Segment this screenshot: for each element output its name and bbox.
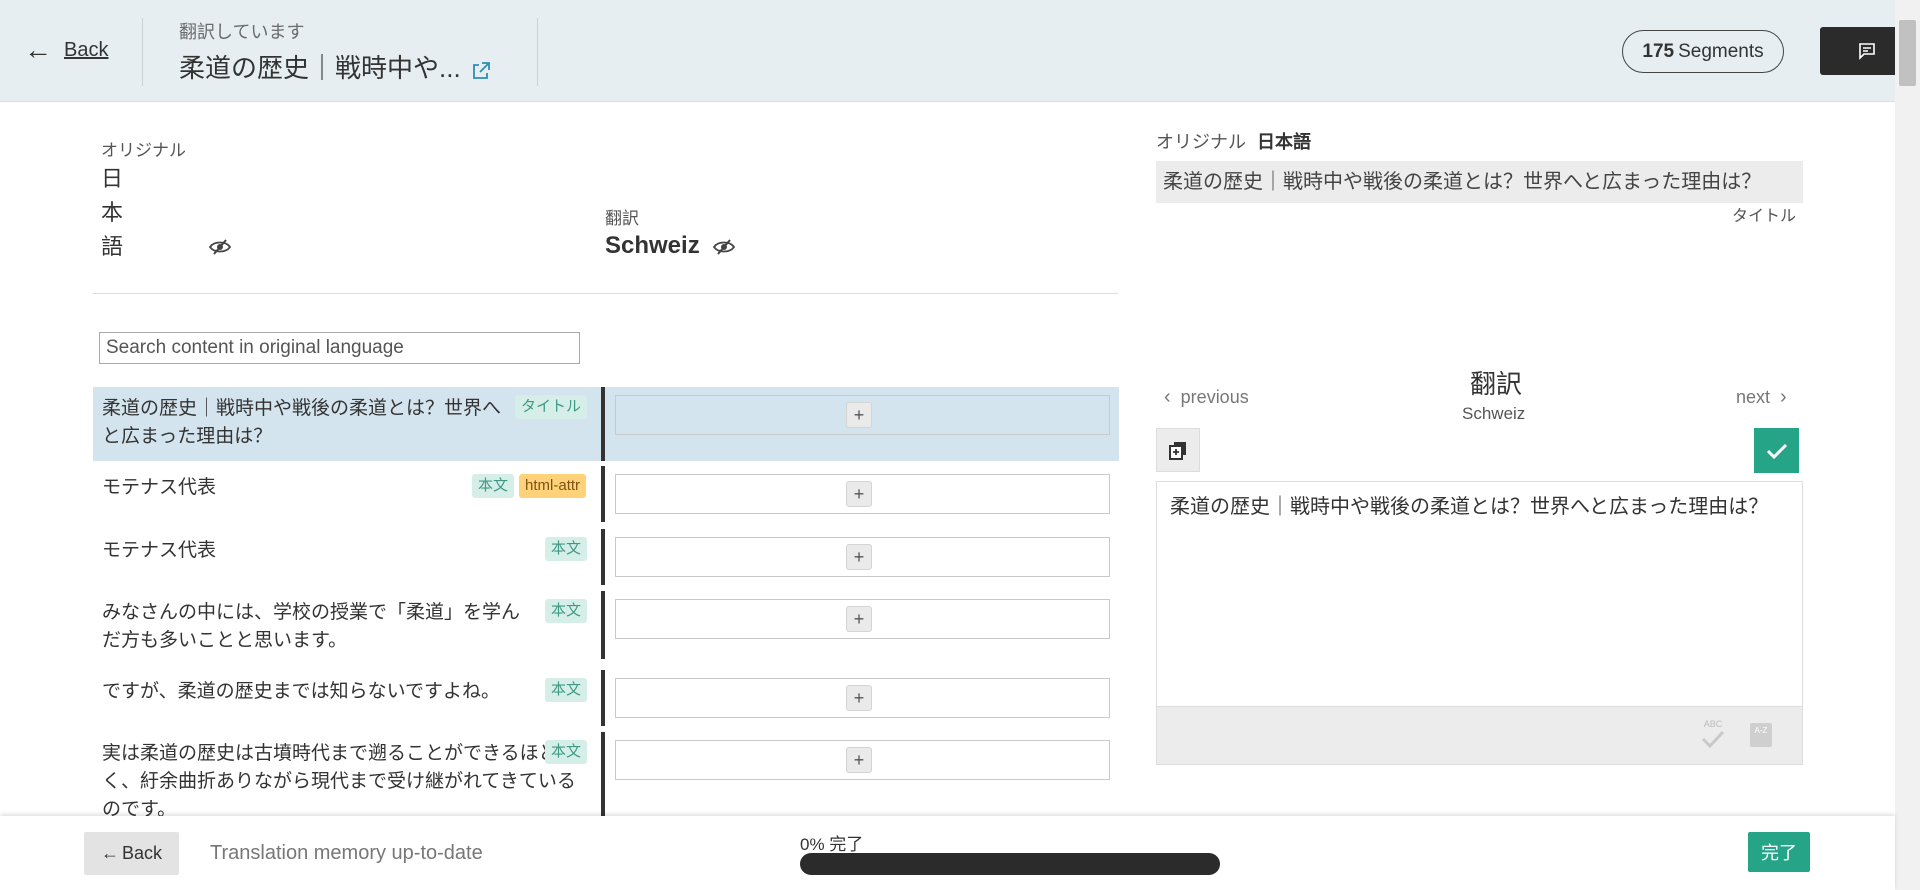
scrollbar-thumb[interactable]	[1899, 20, 1916, 86]
segment-tags: 本文 html-attr	[472, 474, 587, 498]
editor-toolbar: ABC A-Z	[1156, 707, 1803, 765]
panel-original-meta: タイトル	[1732, 208, 1797, 225]
translation-label: 翻訳	[605, 209, 639, 228]
back-link-label: Back	[64, 38, 109, 61]
footer-back-button[interactable]: ← Back	[84, 832, 179, 875]
tag-badge: タイトル	[515, 395, 588, 419]
segments-label: Segments	[1678, 40, 1764, 62]
segment-source-text: モテナス代表	[102, 477, 217, 498]
spellcheck-icon[interactable]: ABC	[1699, 719, 1727, 751]
segment-source-text: ですが、柔道の歴史までは知らないですよね。	[102, 681, 501, 702]
add-translation-button[interactable]: +	[846, 685, 872, 711]
eye-slash-icon[interactable]	[209, 239, 231, 255]
segment-divider	[601, 387, 605, 461]
progress-label: 0% 完了	[800, 835, 864, 854]
add-translation-button[interactable]: +	[846, 606, 872, 632]
segment-tags: 本文	[545, 599, 588, 623]
panel-original-language: 日本語	[1257, 132, 1312, 152]
glossary-icon[interactable]: A-Z	[1750, 723, 1772, 747]
header-divider	[142, 18, 143, 86]
tag-badge: 本文	[545, 537, 588, 561]
page-title: 柔道の歴史｜戦時中や...	[179, 53, 461, 83]
glossary-label: A-Z	[1754, 726, 1768, 735]
check-icon	[1766, 443, 1787, 459]
original-label: オリジナル	[101, 141, 186, 160]
footer-back-label: Back	[121, 843, 163, 863]
tag-badge: html-attr	[519, 474, 587, 498]
confirm-button[interactable]	[1754, 428, 1799, 473]
panel-original-text-label: オリジナル	[1156, 132, 1246, 152]
add-translation-button[interactable]: +	[846, 481, 872, 507]
segment-divider	[601, 732, 605, 816]
tm-status: Translation memory up-to-date	[210, 842, 483, 864]
segment-source-text: 実は柔道の歴史は古墳時代まで遡ることができるほど長く、紆余曲折ありながら現代まで…	[102, 743, 577, 816]
segment-row-selected[interactable]: 柔道の歴史｜戦時中や戦後の柔道とは？世界へと広まった理由は？ タイトル +	[93, 387, 1119, 461]
eye-slash-icon[interactable]	[713, 239, 735, 255]
progress-bar	[800, 853, 1220, 875]
segment-tags: タイトル	[515, 395, 588, 419]
panel-original-label: オリジナル 日本語	[1156, 128, 1311, 154]
original-language-char: 日	[101, 166, 124, 191]
segments-badge: 175 Segments	[1622, 30, 1784, 73]
segment-source-text: 柔道の歴史｜戦時中や戦後の柔道とは？世界へと広まった理由は？	[102, 398, 502, 447]
tag-badge: 本文	[545, 740, 588, 764]
next-button[interactable]: next ›	[1736, 386, 1787, 409]
done-button[interactable]: 完了	[1748, 832, 1810, 872]
back-link[interactable]: ← Back	[24, 36, 108, 64]
segment-tags: 本文	[545, 678, 588, 702]
segment-divider	[601, 466, 605, 522]
segment-divider	[601, 670, 605, 726]
segments-count: 175	[1642, 40, 1675, 62]
segment-row[interactable]: ですが、柔道の歴史までは知らないですよね。 本文 +	[93, 670, 1119, 726]
comment-icon	[1859, 43, 1875, 60]
page-scrollbar[interactable]	[1895, 0, 1920, 890]
original-language-char: 本	[101, 200, 124, 225]
segment-row[interactable]: モテナス代表 本文 html-attr +	[93, 466, 1119, 522]
translation-language: Schweiz	[605, 232, 700, 259]
segment-divider	[601, 591, 605, 659]
search-input[interactable]	[99, 332, 580, 364]
previous-button[interactable]: ‹ previous	[1164, 386, 1249, 409]
segment-row[interactable]: 実は柔道の歴史は古墳時代まで遡ることができるほど長く、紆余曲折ありながら現代まで…	[93, 732, 1119, 816]
copy-source-button[interactable]	[1156, 428, 1200, 472]
arrow-left-icon: ←	[24, 34, 52, 65]
copy-icon	[1169, 442, 1186, 460]
panel-translation-heading: 翻訳	[1470, 369, 1523, 399]
chevron-left-icon: ‹	[1164, 386, 1171, 408]
arrow-left-icon: ←	[100, 843, 119, 863]
page-subtitle: 翻訳しています	[179, 22, 305, 42]
segment-source-text: モテナス代表	[102, 540, 217, 561]
spellcheck-label: ABC	[1703, 719, 1723, 729]
segment-source-text: みなさんの中には、学校の授業で「柔道」を学んだ方も多いことと思います。	[102, 602, 521, 651]
bottom-bar: ← Back Translation memory up-to-date 0% …	[0, 816, 1895, 890]
next-label: next	[1736, 387, 1771, 407]
segment-row[interactable]: みなさんの中には、学校の授業で「柔道」を学んだ方も多いことと思います。 本文 +	[93, 591, 1119, 659]
segment-divider	[601, 529, 605, 585]
add-translation-button[interactable]: +	[846, 747, 872, 773]
add-translation-button[interactable]: +	[846, 402, 872, 428]
external-link-icon[interactable]	[471, 61, 491, 81]
segment-row[interactable]: モテナス代表 本文 +	[93, 529, 1119, 585]
segment-tags: 本文	[545, 740, 588, 764]
header-divider	[537, 18, 538, 86]
tag-badge: 本文	[545, 599, 588, 623]
previous-label: previous	[1180, 387, 1249, 407]
page-title-wrap: 柔道の歴史｜戦時中や...	[179, 48, 491, 85]
tag-badge: 本文	[472, 474, 515, 498]
panel-translation-language: Schweiz	[1462, 404, 1526, 423]
segment-tags: 本文	[545, 537, 588, 561]
top-bar: ← Back 翻訳しています 柔道の歴史｜戦時中や... 175 Segment…	[0, 0, 1914, 102]
divider	[93, 293, 1118, 294]
tag-badge: 本文	[545, 678, 588, 702]
original-language-char: 語	[101, 234, 124, 259]
translation-editor[interactable]: 柔道の歴史｜戦時中や戦後の柔道とは？世界へと広まった理由は？	[1156, 481, 1803, 707]
chevron-right-icon: ›	[1780, 386, 1787, 408]
add-translation-button[interactable]: +	[846, 544, 872, 570]
panel-original-text: 柔道の歴史｜戦時中や戦後の柔道とは？世界へと広まった理由は？	[1156, 161, 1803, 203]
original-language: 日 本 語	[101, 162, 131, 264]
